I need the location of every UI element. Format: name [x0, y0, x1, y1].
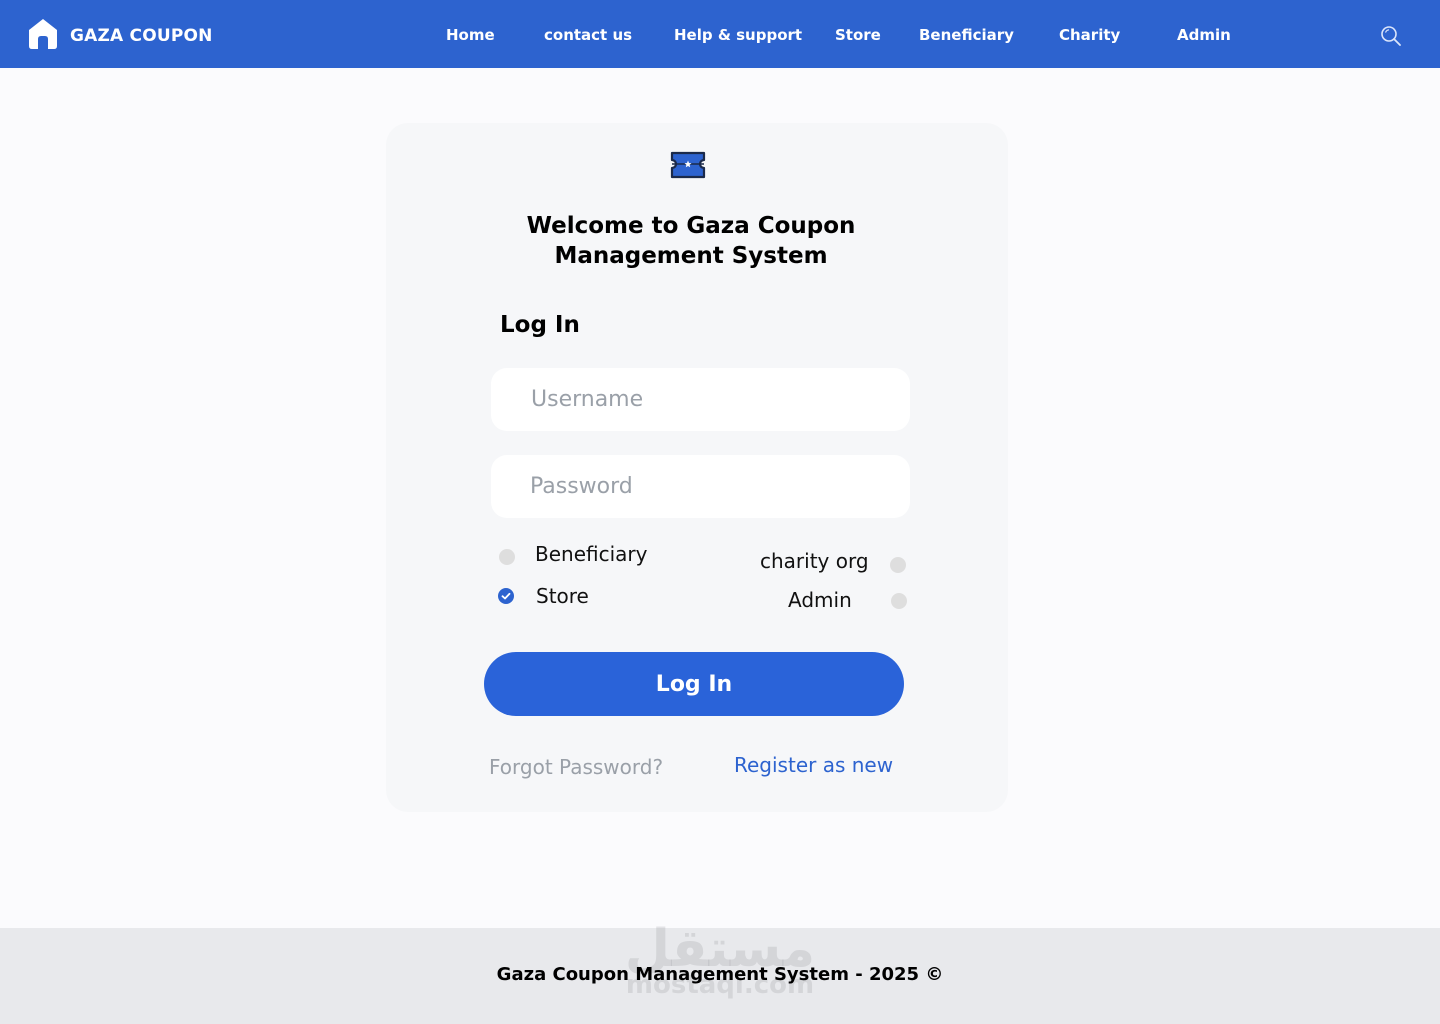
password-input[interactable]: [491, 455, 910, 518]
footer-copyright: Gaza Coupon Management System - 2025 ©: [496, 964, 944, 985]
top-navbar: GAZA COUPON Home contact us Help & suppo…: [0, 0, 1440, 68]
brand-name: GAZA COUPON: [70, 26, 213, 46]
nav-contact-us[interactable]: contact us: [544, 26, 632, 44]
radio-beneficiary[interactable]: [499, 549, 515, 565]
radio-store[interactable]: [498, 588, 514, 604]
login-button[interactable]: Log In: [484, 652, 904, 716]
forgot-password-link[interactable]: Forgot Password?: [489, 755, 663, 779]
ticket-icon: [670, 151, 706, 179]
nav-store[interactable]: Store: [835, 26, 881, 44]
checkmark-icon: [501, 592, 511, 600]
radio-admin[interactable]: [891, 593, 907, 609]
register-link[interactable]: Register as new: [734, 753, 893, 777]
nav-beneficiary[interactable]: Beneficiary: [919, 26, 1014, 44]
brand-logo[interactable]: GAZA COUPON: [28, 18, 212, 50]
nav-home[interactable]: Home: [446, 26, 495, 44]
footer: مستقل mostaql.com Gaza Coupon Management…: [0, 919, 1440, 1024]
username-input[interactable]: [491, 368, 910, 431]
nav-charity[interactable]: Charity: [1059, 26, 1120, 44]
role-label-store[interactable]: Store: [536, 584, 589, 608]
home-icon: [29, 19, 57, 49]
login-heading: Log In: [500, 312, 580, 338]
search-icon[interactable]: [1380, 25, 1402, 47]
nav-help-support[interactable]: Help & support: [674, 26, 802, 44]
radio-charity-org[interactable]: [890, 557, 906, 573]
welcome-title: Welcome to Gaza Coupon Management System: [526, 213, 856, 269]
role-label-charity-org[interactable]: charity org: [760, 549, 869, 573]
role-label-admin[interactable]: Admin: [788, 588, 852, 612]
login-card: Welcome to Gaza Coupon Management System…: [386, 123, 1008, 812]
role-label-beneficiary[interactable]: Beneficiary: [535, 542, 647, 566]
nav-admin[interactable]: Admin: [1177, 26, 1231, 44]
